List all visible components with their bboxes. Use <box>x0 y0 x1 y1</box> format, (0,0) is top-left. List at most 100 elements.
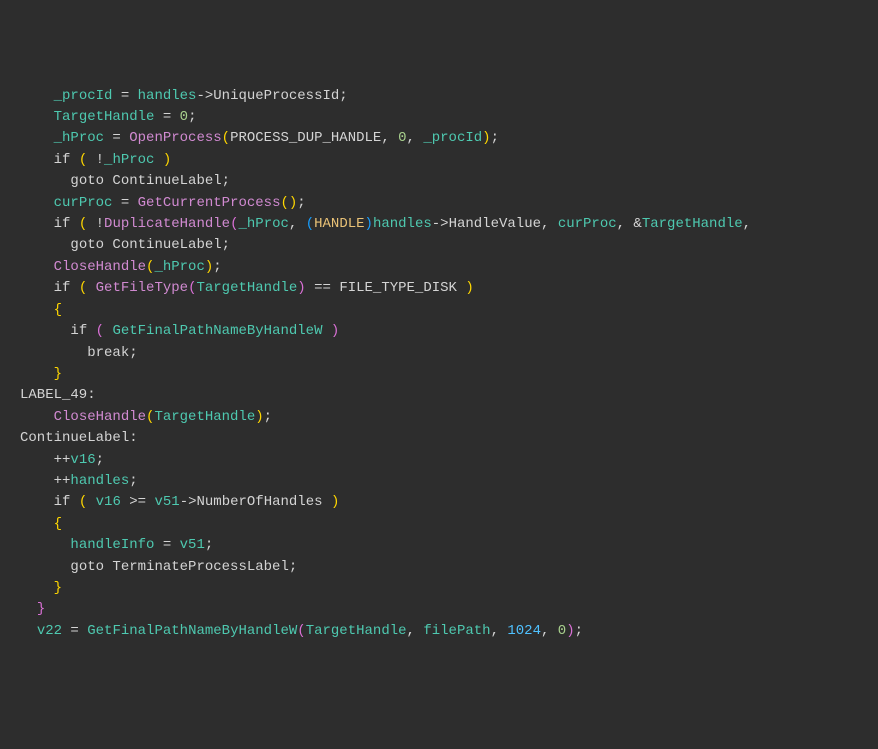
token: ; <box>213 259 221 275</box>
code-line[interactable]: ++v16; <box>0 450 878 471</box>
code-content[interactable]: if ( GetFileType(TargetHandle) == FILE_T… <box>18 278 878 299</box>
line-number <box>0 578 18 599</box>
token: _procId <box>423 130 482 146</box>
token: ContinueLabel; <box>104 237 230 253</box>
code-line[interactable]: LABEL_49: <box>0 385 878 406</box>
token <box>20 537 70 553</box>
line-number <box>0 621 18 642</box>
token: ContinueLabel; <box>104 173 230 189</box>
token: handles <box>138 88 197 104</box>
code-content[interactable]: _hProc = OpenProcess(PROCESS_DUP_HANDLE,… <box>18 128 878 149</box>
code-line[interactable]: if ( !_hProc ) <box>0 150 878 171</box>
token: , <box>407 130 424 146</box>
code-content[interactable]: LABEL_49: <box>18 385 878 406</box>
code-line[interactable]: CloseHandle(TargetHandle); <box>0 407 878 428</box>
code-line[interactable]: goto ContinueLabel; <box>0 171 878 192</box>
token: break <box>87 345 129 361</box>
token <box>154 152 162 168</box>
line-number <box>0 278 18 299</box>
code-content[interactable]: v22 = GetFinalPathNameByHandleW(TargetHa… <box>18 621 878 642</box>
token <box>70 152 78 168</box>
code-line[interactable]: } <box>0 364 878 385</box>
token: ; <box>339 88 347 104</box>
code-content[interactable]: { <box>18 300 878 321</box>
token: filePath <box>423 623 490 639</box>
token <box>20 580 54 596</box>
token: { <box>54 516 62 532</box>
code-content[interactable]: CloseHandle(TargetHandle); <box>18 407 878 428</box>
code-line[interactable]: break; <box>0 343 878 364</box>
code-line[interactable]: ++handles; <box>0 471 878 492</box>
token: ( <box>79 494 87 510</box>
code-line[interactable]: TargetHandle = 0; <box>0 107 878 128</box>
code-content[interactable]: ++v16; <box>18 450 878 471</box>
code-content[interactable]: curProc = GetCurrentProcess(); <box>18 193 878 214</box>
token: _hProc <box>154 259 204 275</box>
token <box>20 152 54 168</box>
token: = <box>112 195 137 211</box>
code-line[interactable]: ContinueLabel: <box>0 428 878 449</box>
code-line[interactable]: v22 = GetFinalPathNameByHandleW(TargetHa… <box>0 621 878 642</box>
token: LABEL_49: <box>20 387 96 403</box>
code-content[interactable]: } <box>18 364 878 385</box>
token: GetCurrentProcess <box>138 195 281 211</box>
token <box>70 216 78 232</box>
token <box>20 494 54 510</box>
token <box>20 601 37 617</box>
code-content[interactable]: if ( !DuplicateHandle(_hProc, (HANDLE)ha… <box>18 214 878 235</box>
code-content[interactable]: if ( v16 >= v51->NumberOfHandles ) <box>18 492 878 513</box>
code-line[interactable]: } <box>0 578 878 599</box>
code-line[interactable]: if ( GetFinalPathNameByHandleW ) <box>0 321 878 342</box>
line-number <box>0 214 18 235</box>
code-content[interactable]: CloseHandle(_hProc); <box>18 257 878 278</box>
line-number <box>0 492 18 513</box>
code-content[interactable]: goto ContinueLabel; <box>18 171 878 192</box>
code-editor[interactable]: _procId = handles->UniqueProcessId; Targ… <box>0 86 878 643</box>
code-line[interactable]: goto ContinueLabel; <box>0 235 878 256</box>
token: ; <box>188 109 196 125</box>
code-content[interactable]: ContinueLabel: <box>18 428 878 449</box>
token: ) <box>205 259 213 275</box>
token <box>70 280 78 296</box>
token <box>87 494 95 510</box>
code-line[interactable]: if ( GetFileType(TargetHandle) == FILE_T… <box>0 278 878 299</box>
line-number <box>0 450 18 471</box>
code-content[interactable]: { <box>18 514 878 535</box>
token: HANDLE <box>314 216 364 232</box>
token: 1024 <box>507 623 541 639</box>
token: ; <box>205 537 213 553</box>
line-number <box>0 257 18 278</box>
code-content[interactable]: handleInfo = v51; <box>18 535 878 556</box>
token <box>87 323 95 339</box>
token: if <box>54 494 71 510</box>
code-content[interactable]: _procId = handles->UniqueProcessId; <box>18 86 878 107</box>
token: ( <box>306 216 314 232</box>
line-number <box>0 300 18 321</box>
code-content[interactable]: goto TerminateProcessLabel; <box>18 557 878 578</box>
code-line[interactable]: } <box>0 599 878 620</box>
code-content[interactable]: break; <box>18 343 878 364</box>
code-line[interactable]: CloseHandle(_hProc); <box>0 257 878 278</box>
code-line[interactable]: _procId = handles->UniqueProcessId; <box>0 86 878 107</box>
code-line[interactable]: _hProc = OpenProcess(PROCESS_DUP_HANDLE,… <box>0 128 878 149</box>
code-line[interactable]: goto TerminateProcessLabel; <box>0 557 878 578</box>
line-number <box>0 471 18 492</box>
code-line[interactable]: { <box>0 514 878 535</box>
token: -> <box>432 216 449 232</box>
code-content[interactable]: if ( GetFinalPathNameByHandleW ) <box>18 321 878 342</box>
code-line[interactable]: if ( !DuplicateHandle(_hProc, (HANDLE)ha… <box>0 214 878 235</box>
token: ; <box>491 130 499 146</box>
code-content[interactable]: ++handles; <box>18 471 878 492</box>
code-line[interactable]: curProc = GetCurrentProcess(); <box>0 193 878 214</box>
code-content[interactable]: if ( !_hProc ) <box>18 150 878 171</box>
token: v51 <box>154 494 179 510</box>
code-line[interactable]: if ( v16 >= v51->NumberOfHandles ) <box>0 492 878 513</box>
code-content[interactable]: } <box>18 599 878 620</box>
code-content[interactable]: goto ContinueLabel; <box>18 235 878 256</box>
code-content[interactable]: } <box>18 578 878 599</box>
code-line[interactable]: handleInfo = v51; <box>0 535 878 556</box>
code-content[interactable]: TargetHandle = 0; <box>18 107 878 128</box>
code-line[interactable]: { <box>0 300 878 321</box>
token: TerminateProcessLabel; <box>104 559 297 575</box>
token <box>20 109 54 125</box>
